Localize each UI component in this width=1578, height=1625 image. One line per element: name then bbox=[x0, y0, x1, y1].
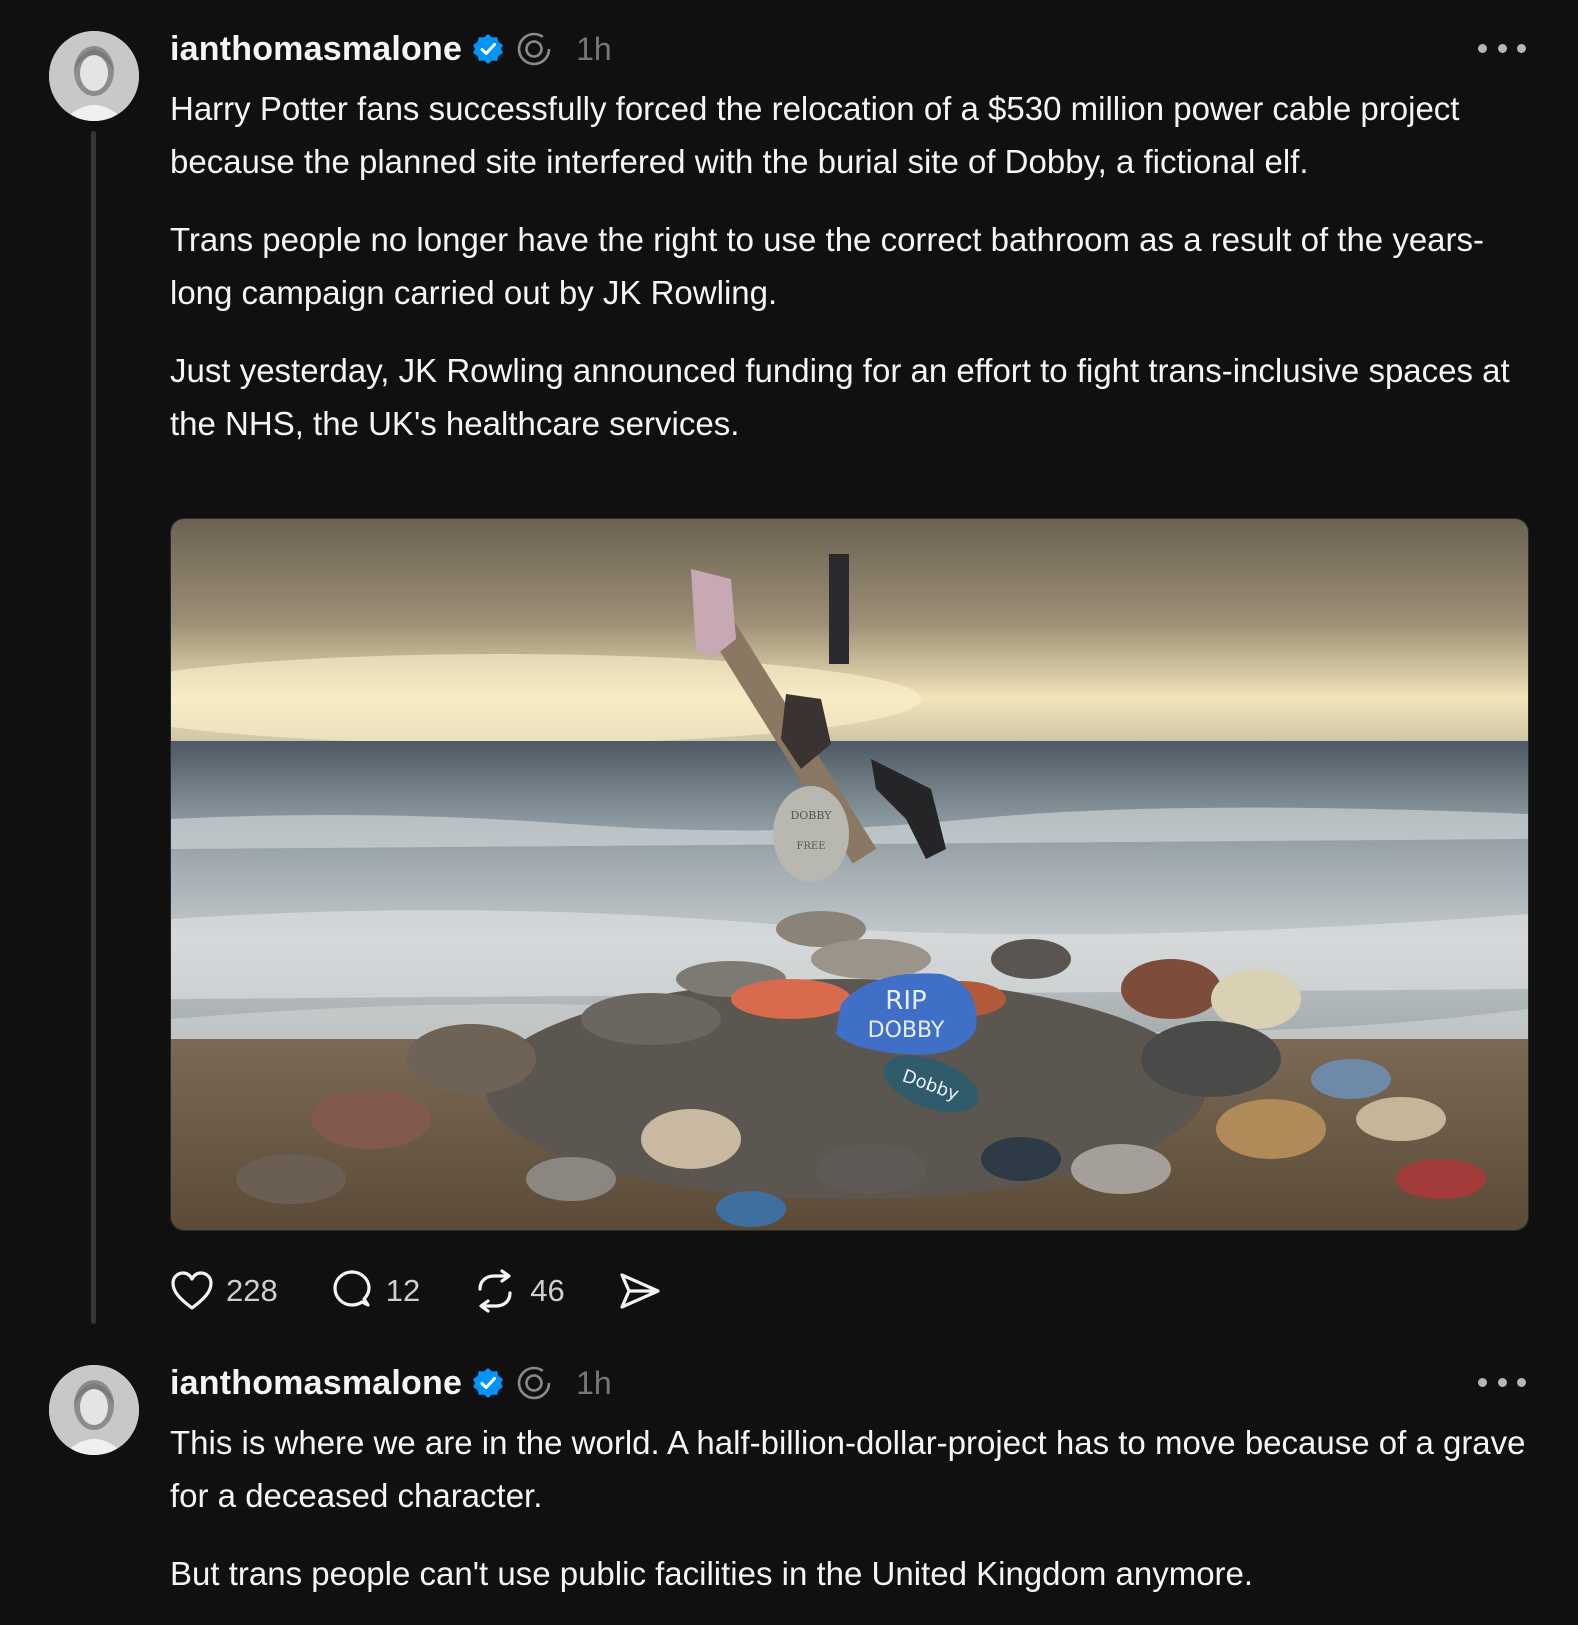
thread-post: ianthomasmalone 1h Harry Potter fans suc… bbox=[0, 0, 1578, 1330]
like-count: 228 bbox=[226, 1273, 278, 1308]
avatar[interactable] bbox=[49, 1365, 139, 1455]
repost-icon bbox=[478, 1269, 512, 1313]
thread-post: ianthomasmalone 1h This is where we are … bbox=[0, 1335, 1578, 1618]
threads-spiral-icon bbox=[516, 31, 552, 67]
stone-text: DOBBY bbox=[790, 809, 832, 822]
avatar-image bbox=[49, 1365, 139, 1455]
repost-button[interactable]: 46 bbox=[472, 1269, 565, 1313]
post-paragraph: This is where we are in the world. A hal… bbox=[170, 1424, 1526, 1514]
stone-text: FREE bbox=[796, 841, 825, 852]
stone-text: DOBBY bbox=[868, 1018, 945, 1043]
threads-spiral-icon bbox=[516, 1365, 552, 1401]
post-actions: 228 12 46 bbox=[170, 1268, 715, 1314]
repost-count: 46 bbox=[530, 1273, 565, 1308]
verified-badge-icon bbox=[472, 33, 504, 65]
more-options-icon[interactable] bbox=[1478, 38, 1526, 58]
thread-line bbox=[91, 131, 96, 1324]
comment-bubble-icon bbox=[333, 1270, 371, 1307]
post-paragraph: But trans people can't use public facili… bbox=[170, 1555, 1254, 1592]
post-time: 1h bbox=[576, 30, 612, 67]
post-paragraph: Harry Potter fans successfully forced th… bbox=[170, 90, 1460, 180]
reply-count: 12 bbox=[385, 1273, 421, 1308]
post-paragraph: Just yesterday, JK Rowling announced fun… bbox=[170, 352, 1510, 442]
post-header: ianthomasmalone 1h bbox=[170, 27, 612, 71]
username[interactable]: ianthomasmalone bbox=[170, 1364, 462, 1403]
post-body: This is where we are in the world. A hal… bbox=[170, 1416, 1540, 1625]
avatar[interactable] bbox=[49, 31, 139, 121]
send-icon bbox=[620, 1273, 660, 1309]
post-body: Harry Potter fans successfully forced th… bbox=[170, 82, 1540, 475]
heart-icon bbox=[171, 1271, 213, 1310]
dobby-grave-photo: DOBBY FREE RIP DOBBY Dobby bbox=[171, 519, 1528, 1230]
post-paragraph: Trans people no longer have the right to… bbox=[170, 221, 1485, 311]
more-options-icon[interactable] bbox=[1478, 1372, 1526, 1392]
stone-text: RIP bbox=[885, 986, 926, 1016]
post-time: 1h bbox=[576, 1364, 612, 1401]
post-image[interactable]: DOBBY FREE RIP DOBBY Dobby bbox=[170, 518, 1529, 1231]
reply-button[interactable]: 12 bbox=[330, 1269, 420, 1313]
share-button[interactable] bbox=[617, 1269, 663, 1313]
verified-badge-icon bbox=[472, 1367, 504, 1399]
username[interactable]: ianthomasmalone bbox=[170, 30, 462, 69]
like-button[interactable]: 228 bbox=[170, 1270, 278, 1312]
post-header: ianthomasmalone 1h bbox=[170, 1361, 612, 1405]
avatar-image bbox=[49, 31, 139, 121]
